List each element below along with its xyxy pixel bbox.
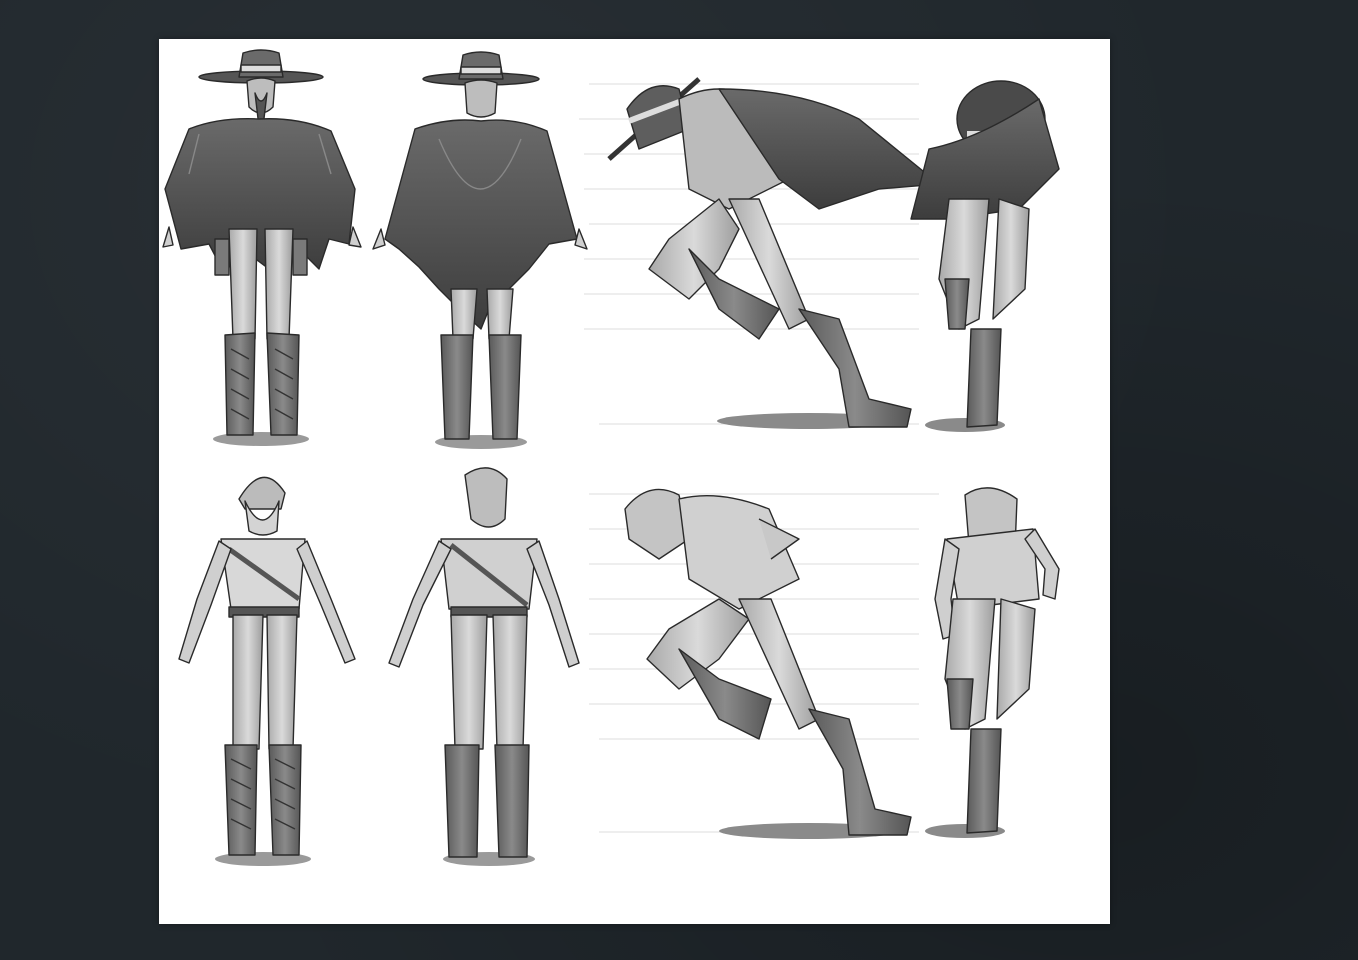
uncloaked-back-view <box>388 467 580 866</box>
uncloaked-running-front-view <box>925 487 1060 838</box>
cloaked-front-view <box>162 49 362 446</box>
character-sketches <box>162 49 1060 866</box>
cloaked-running-front-view <box>910 80 1060 432</box>
sketch-sheet <box>159 39 1110 924</box>
uncloaked-running-side-view <box>624 488 912 839</box>
cloaked-back-view <box>372 51 588 449</box>
cloaked-running-side-view <box>607 77 940 429</box>
uncloaked-front-view <box>178 476 356 866</box>
